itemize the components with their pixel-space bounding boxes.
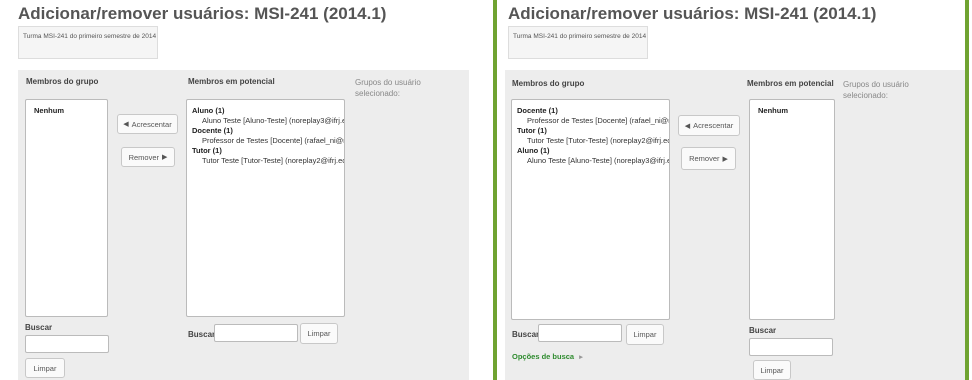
right-triangle-icon: ▶ — [162, 154, 168, 161]
group-members-list[interactable]: Nenhum — [25, 99, 108, 317]
list-item[interactable]: Tutor Teste [Tutor-Teste] (noreplay2@ifr… — [517, 136, 669, 146]
screen-before: Adicionar/remover usuários: MSI-241 (201… — [0, 0, 486, 380]
role-group-label: Docente (1) — [517, 106, 558, 115]
potential-members-search-input[interactable] — [214, 324, 298, 342]
remove-button[interactable]: Remover ▶ — [121, 147, 175, 167]
role-group-label: Aluno (1) — [517, 146, 550, 155]
search-options-label: Opções de busca — [512, 352, 575, 361]
remove-button-label: Remover — [689, 154, 720, 163]
right-triangle-icon: ▶ — [722, 155, 728, 163]
left-triangle-icon: ◀ — [684, 122, 691, 130]
clear-button-label: Limpar — [760, 365, 784, 375]
add-button[interactable]: ◀ Acrescentar — [678, 115, 740, 136]
potential-members-list[interactable]: Nenhum — [749, 99, 835, 320]
role-group-label: Docente (1) — [192, 126, 233, 135]
group-members-search-input[interactable] — [25, 335, 109, 353]
potential-members-label: Membros em potencial — [747, 79, 834, 88]
clear-button[interactable]: Limpar — [626, 324, 664, 345]
list-item[interactable]: Nenhum — [755, 106, 829, 116]
caret-right-icon: ▸ — [579, 354, 583, 361]
group-members-label: Membros do grupo — [512, 79, 585, 88]
search-label: Buscar — [749, 326, 777, 335]
potential-members-label: Membros em potencial — [188, 77, 275, 86]
search-options-link[interactable]: Opções de busca ▸ — [512, 352, 583, 361]
search-label: Buscar — [25, 323, 53, 332]
role-group-label: Tutor (1) — [517, 126, 547, 135]
group-description: Turma MSI-241 do primeiro semestre de 20… — [18, 26, 158, 59]
screen-after: Adicionar/remover usuários: MSI-241 (201… — [497, 0, 965, 380]
group-description: Turma MSI-241 do primeiro semestre de 20… — [508, 26, 648, 59]
accent-bar-right — [965, 0, 969, 380]
remove-button[interactable]: Remover ▶ — [681, 147, 736, 170]
clear-button-label: Limpar — [33, 363, 57, 373]
role-group-label: Aluno (1) — [192, 106, 225, 115]
left-triangle-icon: ◀ — [123, 121, 129, 128]
list-item[interactable]: Tutor Teste [Tutor-Teste] (noreplay2@ifr… — [192, 156, 344, 166]
potential-members-list[interactable]: Aluno (1) Aluno Teste [Aluno-Teste] (nor… — [186, 99, 345, 317]
clear-button-label: Limpar — [307, 329, 331, 338]
add-button-label: Acrescentar — [693, 121, 734, 130]
user-groups-label: Grupos do usuário selecionado: — [355, 78, 421, 98]
list-item[interactable]: Nenhum — [31, 106, 102, 116]
search-label: Buscar — [512, 330, 540, 339]
search-label: Buscar — [188, 330, 216, 339]
group-members-list[interactable]: Docente (1) Professor de Testes [Docente… — [511, 99, 670, 320]
user-groups-label: Grupos do usuário selecionado: — [843, 80, 909, 100]
group-members-search-input[interactable] — [538, 324, 622, 342]
clear-button[interactable]: Limpar — [753, 360, 791, 380]
list-item[interactable]: Professor de Testes [Docente] (rafael_ni… — [192, 136, 344, 146]
clear-button-label: Limpar — [633, 330, 657, 339]
add-button[interactable]: ◀ Acrescentar — [117, 114, 178, 134]
add-button-label: Acrescentar — [131, 119, 172, 129]
clear-button[interactable]: Limpar — [300, 323, 338, 344]
list-item[interactable]: Aluno Teste [Aluno-Teste] (noreplay3@ifr… — [517, 156, 669, 166]
group-members-label: Membros do grupo — [26, 77, 99, 86]
potential-members-search-input[interactable] — [749, 338, 833, 356]
page-title: Adicionar/remover usuários: MSI-241 (201… — [508, 4, 877, 23]
role-group-label: Tutor (1) — [192, 146, 222, 155]
remove-button-label: Remover — [128, 152, 160, 162]
list-item[interactable]: Aluno Teste [Aluno-Teste] (noreplay3@ifr… — [192, 116, 344, 126]
list-item[interactable]: Professor de Testes [Docente] (rafael_ni… — [517, 116, 669, 126]
page-title: Adicionar/remover usuários: MSI-241 (201… — [18, 4, 387, 23]
clear-button[interactable]: Limpar — [25, 358, 65, 378]
